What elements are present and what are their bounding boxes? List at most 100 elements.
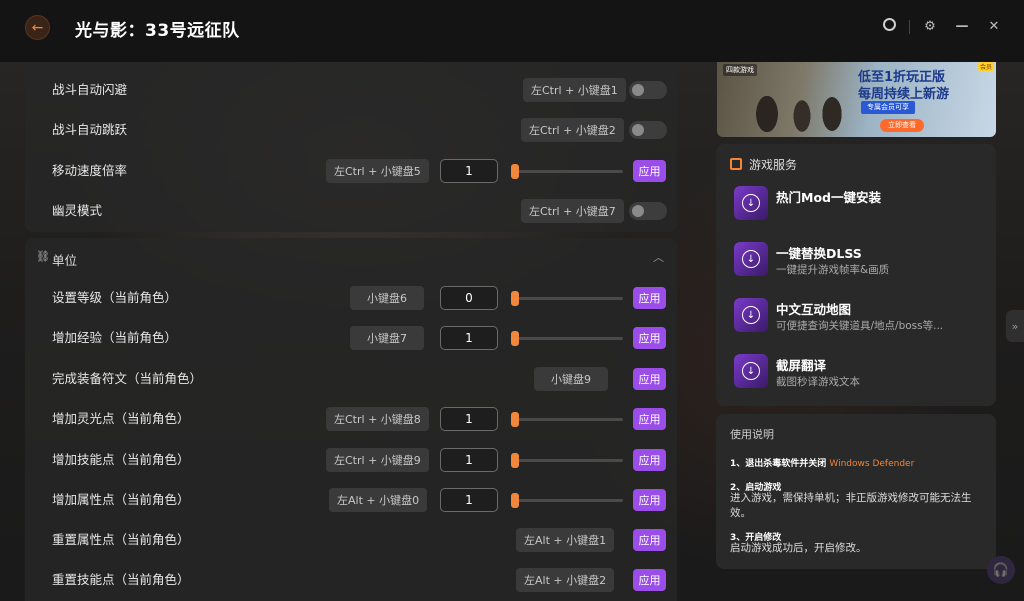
hotkey-badge[interactable]: 左Ctrl + 小键盘8 [326,407,429,431]
promo-banner[interactable]: 四款游戏 低至1折玩正版 每周持续上新游 专属会员可享 立即查看 会员 [717,62,996,137]
add-lumina-slider[interactable] [511,412,623,427]
box-icon [730,158,742,170]
back-arrow-icon: ← [31,19,44,36]
service-dlss[interactable]: ↓ 一键替换DLSS 一键提升游戏帧率&画质 [734,242,984,282]
banner-cta-button[interactable]: 立即查看 [880,119,924,132]
hotkey-badge[interactable]: 左Alt + 小键盘2 [516,568,615,592]
ghost-mode-toggle[interactable] [629,202,667,220]
hotkey-badge[interactable]: 左Ctrl + 小键盘9 [326,448,429,472]
chevron-up-icon[interactable]: ︿ [653,249,664,265]
game-services-card: 游戏服务 ↓ 热门Mod一键安装 ↓ 一键替换DLSS 一键提升游戏帧率&画质 … [716,144,996,406]
row-complete-runes: 完成装备符文（当前角色） 小键盘9 应用 [25,359,677,399]
hotkey-badge[interactable]: 左Alt + 小键盘1 [516,528,615,552]
banner-brand: 四款游戏 [723,64,757,76]
nodes-icon: ⛓ [36,250,50,263]
download-icon: ↓ [734,298,768,332]
minimize-icon: — [955,19,969,34]
back-button[interactable]: ← [25,15,50,40]
apply-button[interactable]: 应用 [633,489,666,511]
usage-instructions-card: 使用说明 1、退出杀毒软件并关闭 Windows Defender 2、启动游戏… [716,414,996,569]
download-icon: ↓ [734,354,768,388]
row-label: 重置技能点（当前角色） [52,572,190,587]
slider-thumb[interactable] [511,453,519,468]
service-mod-install[interactable]: ↓ 热门Mod一键安装 [734,186,984,226]
slider-thumb[interactable] [511,331,519,346]
row-move-speed: 移动速度倍率 左Ctrl + 小键盘5 1 应用 [25,151,677,191]
set-level-slider[interactable] [511,291,623,306]
service-title: 热门Mod一键安装 [776,190,881,205]
hotkey-badge[interactable]: 左Ctrl + 小键盘7 [521,199,624,223]
set-level-input[interactable]: 0 [440,286,498,310]
row-label: 战斗自动闪避 [52,82,128,97]
apply-button[interactable]: 应用 [633,449,666,471]
auto-jump-toggle[interactable] [629,121,667,139]
apply-button[interactable]: 应用 [633,529,666,551]
hotkey-badge[interactable]: 左Ctrl + 小键盘1 [523,78,626,102]
add-skill-slider[interactable] [511,453,623,468]
row-label: 移动速度倍率 [52,163,128,178]
row-label: 战斗自动跳跃 [52,122,128,137]
slider-thumb[interactable] [511,493,519,508]
app-title: 光与影：33号远征队 [75,21,240,41]
apply-button[interactable]: 应用 [633,327,666,349]
support-button[interactable]: 🎧 [987,556,1015,584]
add-exp-slider[interactable] [511,331,623,346]
hotkey-badge[interactable]: 小键盘9 [534,367,608,391]
hotkey-badge[interactable]: 小键盘6 [350,286,424,310]
defender-highlight: Windows Defender [829,459,915,469]
minimize-button[interactable]: — [946,19,978,34]
row-add-lumina: 增加灵光点（当前角色） 左Ctrl + 小键盘8 1 应用 [25,399,677,439]
move-speed-input[interactable]: 1 [440,159,498,183]
user-circle-icon [882,18,896,31]
apply-button[interactable]: 应用 [633,160,666,182]
add-skill-input[interactable]: 1 [440,448,498,472]
user-button[interactable] [873,18,905,35]
auto-dodge-toggle[interactable] [629,81,667,99]
move-speed-slider[interactable] [511,164,623,179]
add-exp-input[interactable]: 1 [440,326,498,350]
row-reset-attr: 重置属性点（当前角色） 左Alt + 小键盘1 应用 [25,520,677,560]
usage-step-3-text: 启动游戏成功后，开启修改。 [730,542,867,554]
service-title: 一键替换DLSS [776,246,862,261]
slider-thumb[interactable] [511,164,519,179]
slider-thumb[interactable] [511,291,519,306]
service-title: 中文互动地图 [776,302,852,317]
headset-icon: 🎧 [992,562,1010,578]
banner-characters-image [737,74,857,134]
row-ghost-mode: 幽灵模式 左Ctrl + 小键盘7 [25,191,677,231]
window-controls: ⚙ — ✕ [873,18,1010,35]
hotkey-badge[interactable]: 左Ctrl + 小键盘5 [326,159,429,183]
row-label: 增加灵光点（当前角色） [52,411,190,426]
service-translate[interactable]: ↓ 截屏翻译 截图秒译游戏文本 [734,354,984,394]
hotkey-badge[interactable]: 小键盘7 [350,326,424,350]
row-add-skill-points: 增加技能点（当前角色） 左Ctrl + 小键盘9 1 应用 [25,440,677,480]
service-desc: 截图秒译游戏文本 [776,376,860,388]
hotkey-badge[interactable]: 左Ctrl + 小键盘2 [521,118,624,142]
add-attr-slider[interactable] [511,493,623,508]
row-label: 完成装备符文（当前角色） [52,371,203,386]
expand-sidebar-button[interactable]: » [1006,310,1024,342]
usage-step-2-text: 进入游戏，需保持单机；非正版游戏修改可能无法生效。 [730,492,972,519]
apply-button[interactable]: 应用 [633,408,666,430]
units-section-header[interactable]: ⛓ 单位 ︿ [25,238,677,278]
apply-button[interactable]: 应用 [633,287,666,309]
add-attr-input[interactable]: 1 [440,488,498,512]
row-set-level: 设置等级（当前角色） 小键盘6 0 应用 [25,278,677,318]
close-button[interactable]: ✕ [978,19,1010,34]
hotkey-badge[interactable]: 左Alt + 小键盘0 [329,488,428,512]
slider-thumb[interactable] [511,412,519,427]
row-label: 增加经验（当前角色） [52,330,178,345]
banner-vip-badge: 专属会员可享 [861,101,915,114]
row-add-attr-points: 增加属性点（当前角色） 左Alt + 小键盘0 1 应用 [25,480,677,520]
service-title: 截屏翻译 [776,358,827,373]
row-label: 增加技能点（当前角色） [52,452,190,467]
banner-subheadline: 每周持续上新游 [858,87,950,102]
settings-icon: ⚙ [924,19,936,34]
apply-button[interactable]: 应用 [633,368,666,390]
add-lumina-input[interactable]: 1 [440,407,498,431]
row-reset-skill: 重置技能点（当前角色） 左Alt + 小键盘2 应用 [25,560,677,600]
settings-button[interactable]: ⚙ [914,19,946,34]
service-map[interactable]: ↓ 中文互动地图 可便捷查询关键道具/地点/boss等... [734,298,984,338]
apply-button[interactable]: 应用 [633,569,666,591]
chevron-right-icon: » [1011,319,1019,333]
